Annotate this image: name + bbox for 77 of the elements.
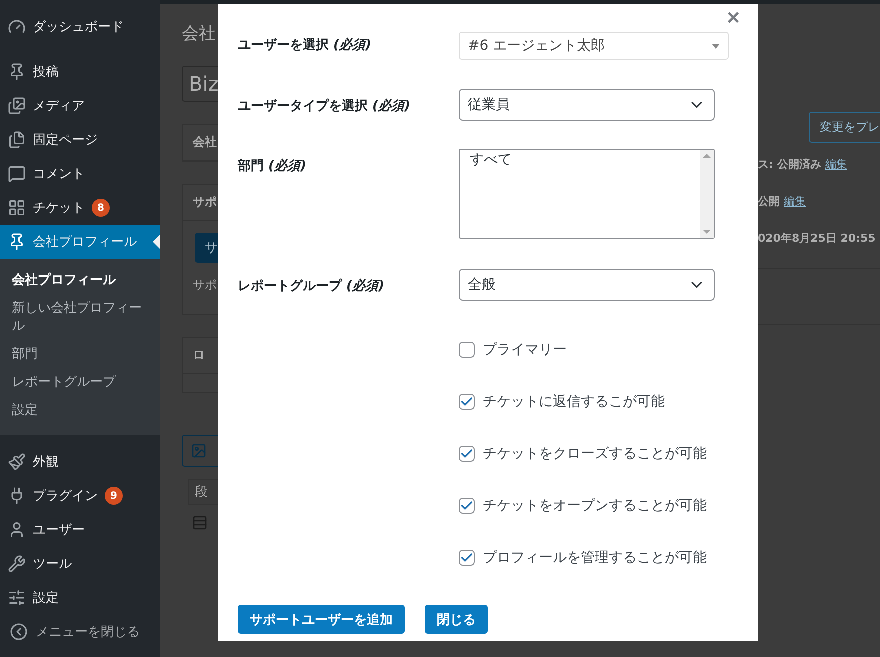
sidebar-item[interactable]: 外観: [0, 445, 160, 479]
sidebar-item[interactable]: 固定ページ: [0, 123, 160, 157]
sidebar-item[interactable]: プラグイン 9: [0, 479, 160, 513]
sidebar-item[interactable]: ツール: [0, 547, 160, 581]
sidebar-item-label: ダッシュボード: [33, 19, 124, 36]
field-label: 部門 (必須): [238, 158, 308, 175]
checkbox[interactable]: [459, 550, 475, 566]
count-badge: 8: [92, 199, 110, 217]
checkbox-label: プライマリー: [483, 341, 567, 359]
submenu-item[interactable]: 会社プロフィール: [0, 267, 160, 295]
grid-icon: [8, 199, 26, 217]
sidebar-item-label: コメント: [33, 166, 85, 183]
publish-date: 020年8月25日 20:55: [758, 231, 876, 246]
pin-icon: [8, 233, 26, 251]
select-field[interactable]: 従業員: [459, 89, 715, 121]
checkbox-label: プロフィールを管理することが可能: [483, 549, 707, 567]
sliders-icon: [8, 589, 26, 607]
sidebar-item[interactable]: 投稿: [0, 55, 160, 89]
sidebar-item-label: メディア: [33, 98, 85, 115]
sidebar-item-label: ユーザー: [33, 522, 85, 539]
edit-link[interactable]: 編集: [784, 194, 806, 209]
images-icon: [8, 97, 26, 115]
close-dialog-button[interactable]: 閉じる: [425, 605, 488, 634]
sidebar-item[interactable]: 設定: [0, 581, 160, 615]
submenu-item[interactable]: 設定: [0, 397, 160, 425]
field-label: ユーザータイプを選択 (必須): [238, 98, 412, 115]
checkbox[interactable]: [459, 394, 475, 410]
panel-button[interactable]: サ: [195, 233, 218, 263]
sidebar-item-label: 固定ページ: [33, 132, 98, 149]
sidebar-item[interactable]: チケット 8: [0, 191, 160, 225]
speech-bubble-icon: [8, 165, 26, 183]
sidebar-item-label: ツール: [33, 556, 72, 573]
count-badge: 9: [105, 487, 123, 505]
field-label: レポートグループ (必須): [238, 278, 386, 295]
checkbox[interactable]: [459, 446, 475, 462]
preview-button[interactable]: 変更をプレ: [809, 112, 880, 143]
checkbox-label: チケットをクローズすることが可能: [483, 445, 707, 463]
submenu-item[interactable]: 新しい会社プロフィール: [0, 295, 160, 341]
checkbox[interactable]: [459, 498, 475, 514]
panel-text: サポ: [192, 277, 218, 294]
scrollbar[interactable]: [700, 150, 714, 238]
brush-icon: [8, 453, 26, 471]
person-icon: [8, 521, 26, 539]
sidebar-item-label: 会社プロフィール: [33, 234, 137, 251]
edit-link[interactable]: 編集: [825, 157, 848, 172]
close-button[interactable]: ×: [723, 6, 744, 30]
collapse-icon: [10, 623, 28, 641]
sidebar-item-label: チケット: [33, 200, 85, 217]
status-label: ス: 公開済み: [758, 157, 822, 172]
visibility-label: 公開: [758, 194, 780, 209]
sidebar-item[interactable]: メディア: [0, 89, 160, 123]
sidebar-item[interactable]: コメント: [0, 157, 160, 191]
sidebar-item-label: 設定: [33, 590, 59, 607]
sidebar-item-label: 投稿: [33, 64, 59, 81]
listbox-option[interactable]: すべて: [460, 150, 700, 170]
sidebar-item[interactable]: 会社プロフィール: [0, 225, 160, 259]
submenu-item[interactable]: レポートグループ: [0, 369, 160, 397]
submenu-item[interactable]: 部門: [0, 341, 160, 369]
user-select[interactable]: #6 エージェント太郎: [459, 32, 729, 60]
block-chip[interactable]: 段: [188, 479, 218, 505]
checkbox-label: チケットをオープンすることが可能: [483, 497, 707, 515]
field-label: ユーザーを選択 (必須): [238, 36, 372, 54]
page-heading: 会社: [182, 23, 217, 46]
wrench-icon: [8, 555, 26, 573]
gauge-icon: [8, 18, 26, 36]
sidebar-item[interactable]: ダッシュボード: [0, 10, 160, 44]
checkbox[interactable]: [459, 342, 475, 358]
image-icon: [191, 443, 207, 459]
add-user-button[interactable]: サポートユーザーを追加: [238, 605, 405, 634]
sidebar-item-label: プラグイン: [33, 488, 98, 505]
pin-icon: [8, 63, 26, 81]
sidebar-item[interactable]: ユーザー: [0, 513, 160, 547]
collapse-menu-button[interactable]: メニューを閉じる: [0, 615, 160, 649]
select-field[interactable]: 全般: [459, 269, 715, 301]
sidebar-item-label: 外観: [33, 454, 59, 471]
checkbox-label: チケットに返信するこが可能: [483, 393, 665, 411]
pages-icon: [8, 131, 26, 149]
